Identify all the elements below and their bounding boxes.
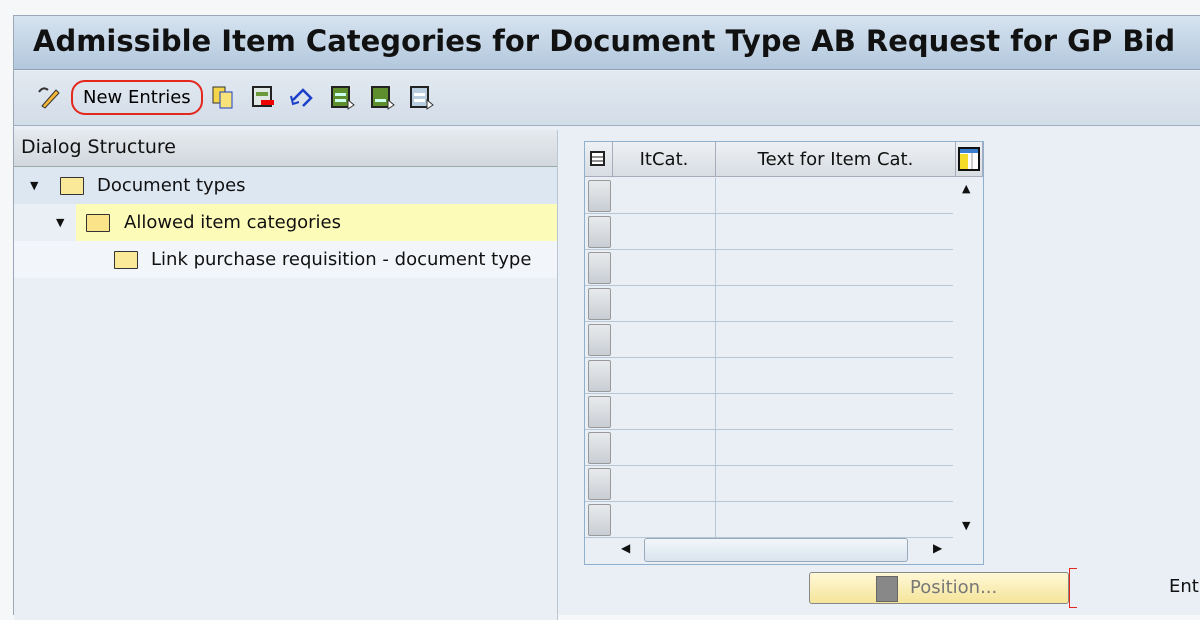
scroll-thumb[interactable] bbox=[644, 538, 908, 562]
scroll-down-icon[interactable]: ▼ bbox=[962, 519, 970, 532]
expand-triangle-icon[interactable]: ▼ bbox=[30, 167, 38, 204]
row-selector[interactable] bbox=[588, 360, 611, 392]
cell-itcat[interactable] bbox=[613, 178, 716, 214]
select-all-icon[interactable] bbox=[329, 84, 355, 110]
entry-label: Ent bbox=[1169, 576, 1199, 597]
cell-itcat[interactable] bbox=[613, 286, 716, 322]
position-label: Position... bbox=[910, 577, 998, 598]
cell-itcat[interactable] bbox=[613, 502, 716, 538]
sap-window: Admissible Item Categories for Document … bbox=[13, 15, 1200, 620]
expand-triangle-icon[interactable]: ▼ bbox=[56, 204, 64, 241]
deselect-all-icon[interactable] bbox=[408, 84, 434, 110]
page-title: Admissible Item Categories for Document … bbox=[14, 16, 1200, 70]
position-icon bbox=[876, 576, 898, 602]
tree-item-allowed-item-categories[interactable]: ▼ Allowed item categories bbox=[14, 204, 557, 241]
cell-itcat[interactable] bbox=[613, 322, 716, 358]
annotation-bracket bbox=[1069, 568, 1077, 608]
select-block-icon[interactable] bbox=[369, 84, 395, 110]
column-header-itcat[interactable]: ItCat. bbox=[613, 142, 716, 177]
cell-itcat[interactable] bbox=[613, 466, 716, 502]
cell-itcat[interactable] bbox=[613, 430, 716, 466]
cell-itcat[interactable] bbox=[613, 394, 716, 430]
position-button[interactable]: Position... bbox=[809, 572, 1069, 604]
cell-itcat[interactable] bbox=[613, 214, 716, 250]
dialog-structure-panel: Dialog Structure ▼ Document types ▼ Allo… bbox=[14, 130, 558, 620]
horizontal-scrollbar[interactable]: ◀ ▶ bbox=[585, 536, 983, 564]
row-selector[interactable] bbox=[588, 504, 611, 536]
scroll-up-icon[interactable]: ▲ bbox=[962, 182, 970, 195]
open-folder-icon bbox=[86, 214, 110, 232]
dialog-structure-header: Dialog Structure bbox=[14, 130, 557, 167]
table-row[interactable] bbox=[585, 466, 953, 502]
new-entries-button[interactable]: New Entries bbox=[71, 80, 203, 115]
folder-icon bbox=[114, 251, 138, 269]
table-row[interactable] bbox=[585, 250, 953, 286]
row-selector[interactable] bbox=[588, 288, 611, 320]
table-row[interactable] bbox=[585, 286, 953, 322]
row-selector[interactable] bbox=[588, 468, 611, 500]
item-categories-table: ItCat. Text for Item Cat. ▲ ▼ ◀ ▶ bbox=[584, 141, 984, 565]
table-row[interactable] bbox=[585, 502, 953, 538]
folder-icon bbox=[60, 177, 84, 195]
column-header-text[interactable]: Text for Item Cat. bbox=[716, 142, 956, 177]
row-selector[interactable] bbox=[588, 432, 611, 464]
cell-itcat[interactable] bbox=[613, 250, 716, 286]
table-settings-icon[interactable] bbox=[585, 142, 613, 177]
table-row[interactable] bbox=[585, 214, 953, 250]
row-selector[interactable] bbox=[588, 396, 611, 428]
vertical-scrollbar[interactable]: ▲ ▼ bbox=[954, 178, 983, 536]
row-selector[interactable] bbox=[588, 252, 611, 284]
copy-as-icon[interactable] bbox=[210, 84, 236, 110]
table-row[interactable] bbox=[585, 394, 953, 430]
table-row[interactable] bbox=[585, 430, 953, 466]
undo-icon[interactable] bbox=[289, 84, 315, 110]
delete-icon[interactable] bbox=[250, 84, 276, 110]
row-selector[interactable] bbox=[588, 180, 611, 212]
tree-item-label: Link purchase requisition - document typ… bbox=[151, 249, 532, 270]
table-row[interactable] bbox=[585, 178, 953, 214]
tree-item-label: Document types bbox=[97, 175, 246, 196]
table-row[interactable] bbox=[585, 358, 953, 394]
row-selector[interactable] bbox=[588, 324, 611, 356]
change-display-icon[interactable] bbox=[36, 84, 62, 110]
cell-itcat[interactable] bbox=[613, 358, 716, 394]
toolbar: New Entries bbox=[14, 71, 1200, 126]
scroll-right-icon[interactable]: ▶ bbox=[933, 541, 942, 555]
column-layout-icon[interactable] bbox=[956, 142, 983, 177]
scroll-left-icon[interactable]: ◀ bbox=[621, 541, 630, 555]
tree-item-link-purchase-requisition[interactable]: Link purchase requisition - document typ… bbox=[14, 241, 557, 278]
table-row[interactable] bbox=[585, 322, 953, 358]
row-selector[interactable] bbox=[588, 216, 611, 248]
tree-item-document-types[interactable]: ▼ Document types bbox=[14, 167, 557, 204]
tree-item-label: Allowed item categories bbox=[124, 212, 342, 233]
